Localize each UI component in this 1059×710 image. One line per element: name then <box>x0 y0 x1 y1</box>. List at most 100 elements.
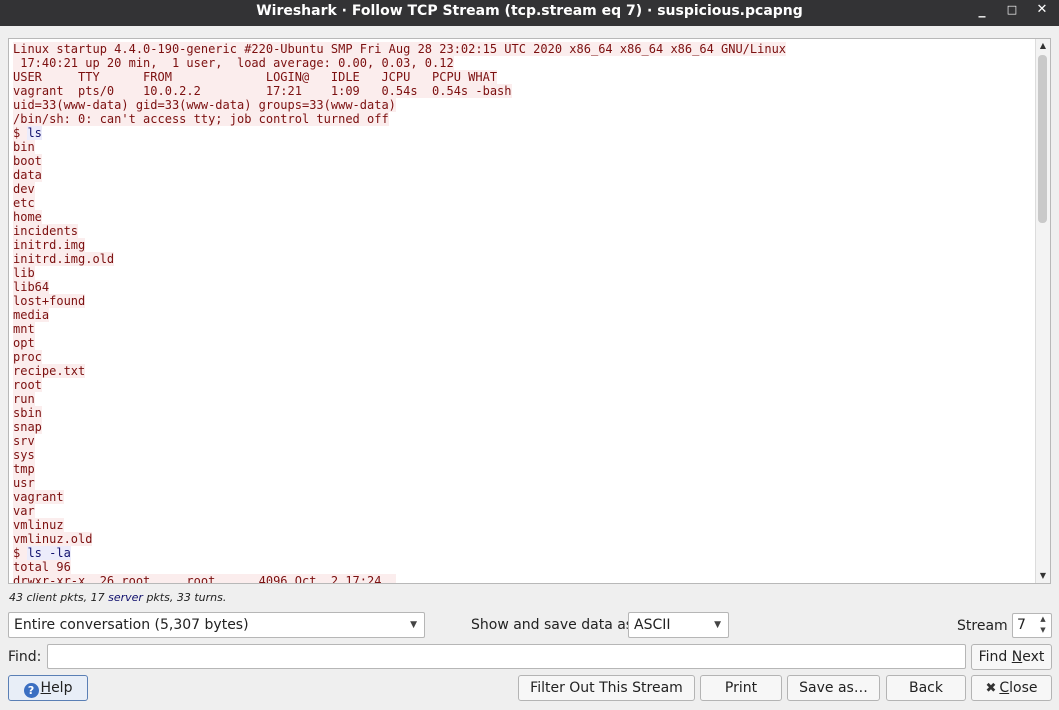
server-text: 17:40:21 up 20 min, 1 user, load average… <box>13 56 454 70</box>
maximize-icon[interactable]: □ <box>1000 0 1024 22</box>
stream-line: proc <box>13 350 1032 364</box>
stream-line: sys <box>13 448 1032 462</box>
print-button[interactable]: Print <box>700 675 782 701</box>
encoding-select[interactable]: ASCII ▼ <box>628 612 729 638</box>
find-next-label-rest: ext <box>1022 649 1045 665</box>
stream-text-view[interactable]: Linux startup 4.4.0-190-generic #220-Ubu… <box>8 38 1051 584</box>
stream-line: usr <box>13 476 1032 490</box>
server-prompt: $ <box>13 546 28 560</box>
stream-content: Linux startup 4.4.0-190-generic #220-Ubu… <box>13 42 1032 583</box>
stream-line: 17:40:21 up 20 min, 1 user, load average… <box>13 56 1032 70</box>
server-text: var <box>13 504 35 518</box>
stream-line: $ ls -la <box>13 546 1032 560</box>
server-text: lib64 <box>13 280 50 294</box>
scroll-up-icon[interactable]: ▲ <box>1036 39 1050 53</box>
find-next-button[interactable]: Find Next <box>971 644 1052 670</box>
stream-line: initrd.img.old <box>13 252 1032 266</box>
find-label: Find: <box>8 649 42 665</box>
spin-down-icon[interactable]: ▼ <box>1037 625 1049 636</box>
server-text: initrd.img.old <box>13 252 115 266</box>
close-mnemonic: C <box>999 680 1010 696</box>
stream-line: drwxr-xr-x 26 root root 4096 Oct 2 17:24… <box>13 574 1032 583</box>
filter-out-stream-button[interactable]: Filter Out This Stream <box>518 675 695 701</box>
scroll-down-icon[interactable]: ▼ <box>1036 569 1050 583</box>
stream-line: lib64 <box>13 280 1032 294</box>
stream-line: run <box>13 392 1032 406</box>
conversation-select[interactable]: Entire conversation (5,307 bytes) ▼ <box>8 612 425 638</box>
server-text: vagrant pts/0 10.0.2.2 17:21 1:09 0.54s … <box>13 84 512 98</box>
close-icon: ✖ <box>985 681 997 696</box>
vertical-scrollbar[interactable]: ▲ ▼ <box>1035 39 1050 583</box>
stream-line: uid=33(www-data) gid=33(www-data) groups… <box>13 98 1032 112</box>
server-word: server <box>108 591 143 604</box>
stream-line: vmlinuz.old <box>13 532 1032 546</box>
back-button[interactable]: Back <box>886 675 966 701</box>
stream-number-value: 7 <box>1017 617 1026 633</box>
minimize-icon[interactable]: _ <box>970 0 994 22</box>
title-bar: Wireshark · Follow TCP Stream (tcp.strea… <box>0 0 1059 26</box>
stream-line: /bin/sh: 0: can't access tty; job contro… <box>13 112 1032 126</box>
close-button[interactable]: ✖ Close <box>971 675 1052 701</box>
stream-line: boot <box>13 154 1032 168</box>
stream-line: etc <box>13 196 1032 210</box>
server-text: lost+found <box>13 294 86 308</box>
turns-text: pkts, 33 turns. <box>146 591 227 604</box>
scroll-thumb[interactable] <box>1038 55 1047 223</box>
close-label: lose <box>1009 680 1038 696</box>
stream-line: USER TTY FROM LOGIN@ IDLE JCPU PCPU WHAT <box>13 70 1032 84</box>
server-text: opt <box>13 336 35 350</box>
stream-line: initrd.img <box>13 238 1032 252</box>
stream-line: sbin <box>13 406 1032 420</box>
find-input[interactable] <box>47 644 966 669</box>
server-text: lib <box>13 266 35 280</box>
stream-line: total 96 <box>13 560 1032 574</box>
chevron-down-icon: ▼ <box>714 620 721 630</box>
server-text: run <box>13 392 35 406</box>
server-text: recipe.txt <box>13 364 86 378</box>
server-text: /bin/sh: 0: can't access tty; job contro… <box>13 112 389 126</box>
server-text: Linux startup 4.4.0-190-generic #220-Ubu… <box>13 42 787 56</box>
server-text: mnt <box>13 322 35 336</box>
stream-label: Stream <box>957 618 1008 634</box>
help-button[interactable]: ? Help <box>8 675 88 701</box>
find-next-mnemonic: N <box>1011 649 1023 665</box>
stream-line: Linux startup 4.4.0-190-generic #220-Ubu… <box>13 42 1032 56</box>
stream-line: vagrant pts/0 10.0.2.2 17:21 1:09 0.54s … <box>13 84 1032 98</box>
help-label: elp <box>51 680 73 696</box>
chevron-down-icon: ▼ <box>410 620 417 630</box>
server-text: tmp <box>13 462 35 476</box>
stream-line: recipe.txt <box>13 364 1032 378</box>
server-text: incidents <box>13 224 79 238</box>
stream-line: root <box>13 378 1032 392</box>
server-text: vmlinuz.old <box>13 532 93 546</box>
server-text: etc <box>13 196 35 210</box>
server-text: vmlinuz <box>13 518 64 532</box>
spin-up-icon[interactable]: ▲ <box>1037 614 1049 625</box>
server-text: uid=33(www-data) gid=33(www-data) groups… <box>13 98 396 112</box>
stream-number-spinbox[interactable]: 7 ▲ ▼ <box>1012 613 1052 638</box>
stream-line: vagrant <box>13 490 1032 504</box>
stream-line: home <box>13 210 1032 224</box>
server-text: proc <box>13 350 42 364</box>
server-packet-count: 17 <box>90 591 105 604</box>
stream-line: lost+found <box>13 294 1032 308</box>
server-text: drwxr-xr-x 26 root root 4096 Oct 2 17:24… <box>13 574 396 583</box>
server-text: USER TTY FROM LOGIN@ IDLE JCPU PCPU WHAT <box>13 70 498 84</box>
server-text: home <box>13 210 42 224</box>
server-text: sbin <box>13 406 42 420</box>
save-as-button[interactable]: Save as… <box>787 675 880 701</box>
encoding-select-value: ASCII <box>634 617 671 633</box>
server-text: usr <box>13 476 35 490</box>
server-text: snap <box>13 420 42 434</box>
stream-line: srv <box>13 434 1032 448</box>
server-text: media <box>13 308 50 322</box>
show-save-label: Show and save data as <box>471 617 634 633</box>
window-title: Wireshark · Follow TCP Stream (tcp.strea… <box>256 3 803 19</box>
help-icon: ? <box>23 683 39 698</box>
window-close-icon[interactable]: ✕ <box>1030 0 1054 22</box>
server-text: dev <box>13 182 35 196</box>
server-text: boot <box>13 154 42 168</box>
stream-line: bin <box>13 140 1032 154</box>
server-text: root <box>13 378 42 392</box>
stream-line: tmp <box>13 462 1032 476</box>
